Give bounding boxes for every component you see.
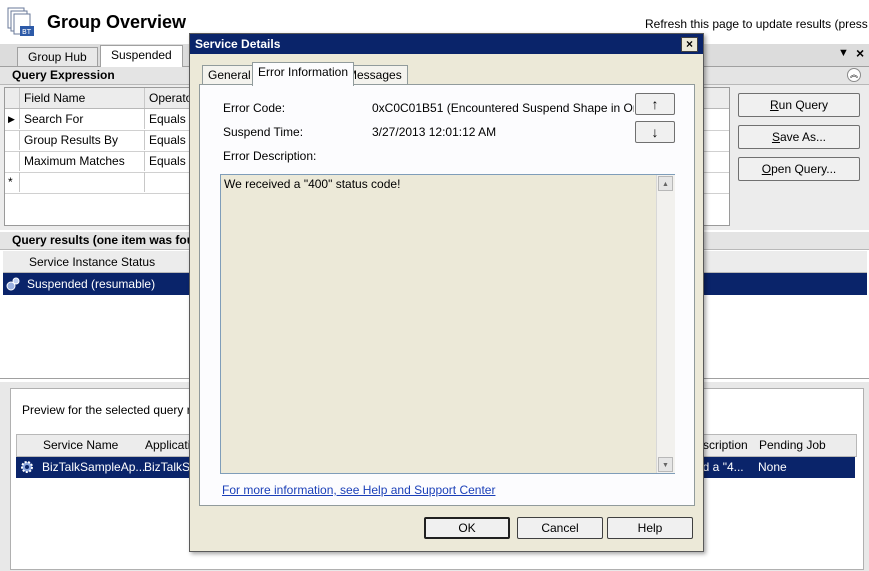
- collapse-icon[interactable]: ︽: [847, 68, 861, 82]
- scroll-down-icon[interactable]: ▼: [658, 457, 673, 472]
- pending-job-cell: None: [758, 460, 787, 474]
- tab-dropdown-icon[interactable]: ▼: [838, 47, 849, 59]
- field-name-cell[interactable]: Search For: [20, 109, 145, 129]
- column-header-service-instance-status[interactable]: Service Instance Status: [29, 255, 155, 269]
- save-as-button[interactable]: Save As...: [738, 125, 860, 149]
- column-header-field-name[interactable]: Field Name: [20, 88, 145, 108]
- service-instance-status: Suspended (resumable): [27, 277, 156, 291]
- new-row-icon: *: [5, 172, 20, 192]
- row-selector: [5, 151, 20, 171]
- service-name-cell: BizTalkSampleAp...: [42, 460, 146, 474]
- ok-button[interactable]: OK: [424, 517, 510, 539]
- error-description-text: We received a "400" status code!: [224, 177, 401, 191]
- row-selector-header: [5, 88, 20, 108]
- error-code-label: Error Code:: [223, 101, 286, 115]
- column-header-pending-job[interactable]: Pending Job: [759, 438, 826, 452]
- field-name-cell[interactable]: [20, 172, 145, 192]
- column-header-description[interactable]: scription: [703, 438, 748, 452]
- tab-error-information[interactable]: Error Information: [252, 62, 355, 86]
- vertical-scrollbar[interactable]: ▲ ▼: [656, 175, 675, 473]
- open-query-button[interactable]: Open Query...: [738, 157, 860, 181]
- field-name-cell[interactable]: Group Results By: [20, 130, 145, 150]
- biztalk-app-icon: BT: [6, 6, 36, 38]
- dialog-title: Service Details: [195, 37, 281, 51]
- tab-suspended[interactable]: Suspended: [100, 45, 183, 67]
- preview-label: Preview for the selected query resu: [22, 403, 211, 417]
- page-title: Group Overview: [47, 12, 187, 32]
- column-header-service-name[interactable]: Service Name: [43, 438, 118, 452]
- tab-group-hub[interactable]: Group Hub: [17, 47, 98, 66]
- open-query-label: pen Query...: [771, 162, 837, 176]
- open-query-mnemonic: O: [761, 162, 772, 176]
- suspend-time-label: Suspend Time:: [223, 125, 304, 139]
- close-dialog-button[interactable]: ×: [681, 37, 698, 52]
- error-description-label: Error Description:: [223, 149, 317, 163]
- current-row-icon: ▶: [5, 109, 20, 129]
- suspend-time-value: 3/27/2013 12:01:12 AM: [372, 125, 497, 139]
- field-name-cell[interactable]: Maximum Matches: [20, 151, 145, 171]
- tab-general[interactable]: General: [202, 65, 257, 85]
- help-support-link[interactable]: For more information, see Help and Suppo…: [222, 483, 495, 497]
- run-query-label: un Query: [778, 98, 829, 112]
- help-button[interactable]: Help: [607, 517, 693, 539]
- save-as-label: ave As...: [779, 130, 827, 144]
- run-query-button[interactable]: Run Query: [738, 93, 860, 117]
- close-tab-icon[interactable]: ×: [856, 45, 864, 61]
- cancel-button[interactable]: Cancel: [517, 517, 603, 539]
- next-error-button[interactable]: ↓: [635, 121, 675, 143]
- scroll-up-icon[interactable]: ▲: [658, 176, 673, 191]
- previous-error-button[interactable]: ↑: [635, 93, 675, 115]
- save-as-mnemonic: S: [771, 130, 780, 144]
- service-instance-icon: [5, 276, 21, 295]
- run-query-mnemonic: R: [769, 98, 779, 112]
- dialog-titlebar[interactable]: Service Details ×: [190, 34, 703, 54]
- error-description-textarea[interactable]: We received a "400" status code! ▲ ▼: [220, 174, 675, 474]
- error-code-value: 0xC0C01B51 (Encountered Suspend Shape in…: [372, 101, 634, 115]
- row-selector: [5, 130, 20, 150]
- service-details-dialog: Service Details × General Error Informat…: [189, 33, 704, 552]
- svg-text:BT: BT: [22, 28, 32, 36]
- service-gear-icon: [19, 459, 35, 478]
